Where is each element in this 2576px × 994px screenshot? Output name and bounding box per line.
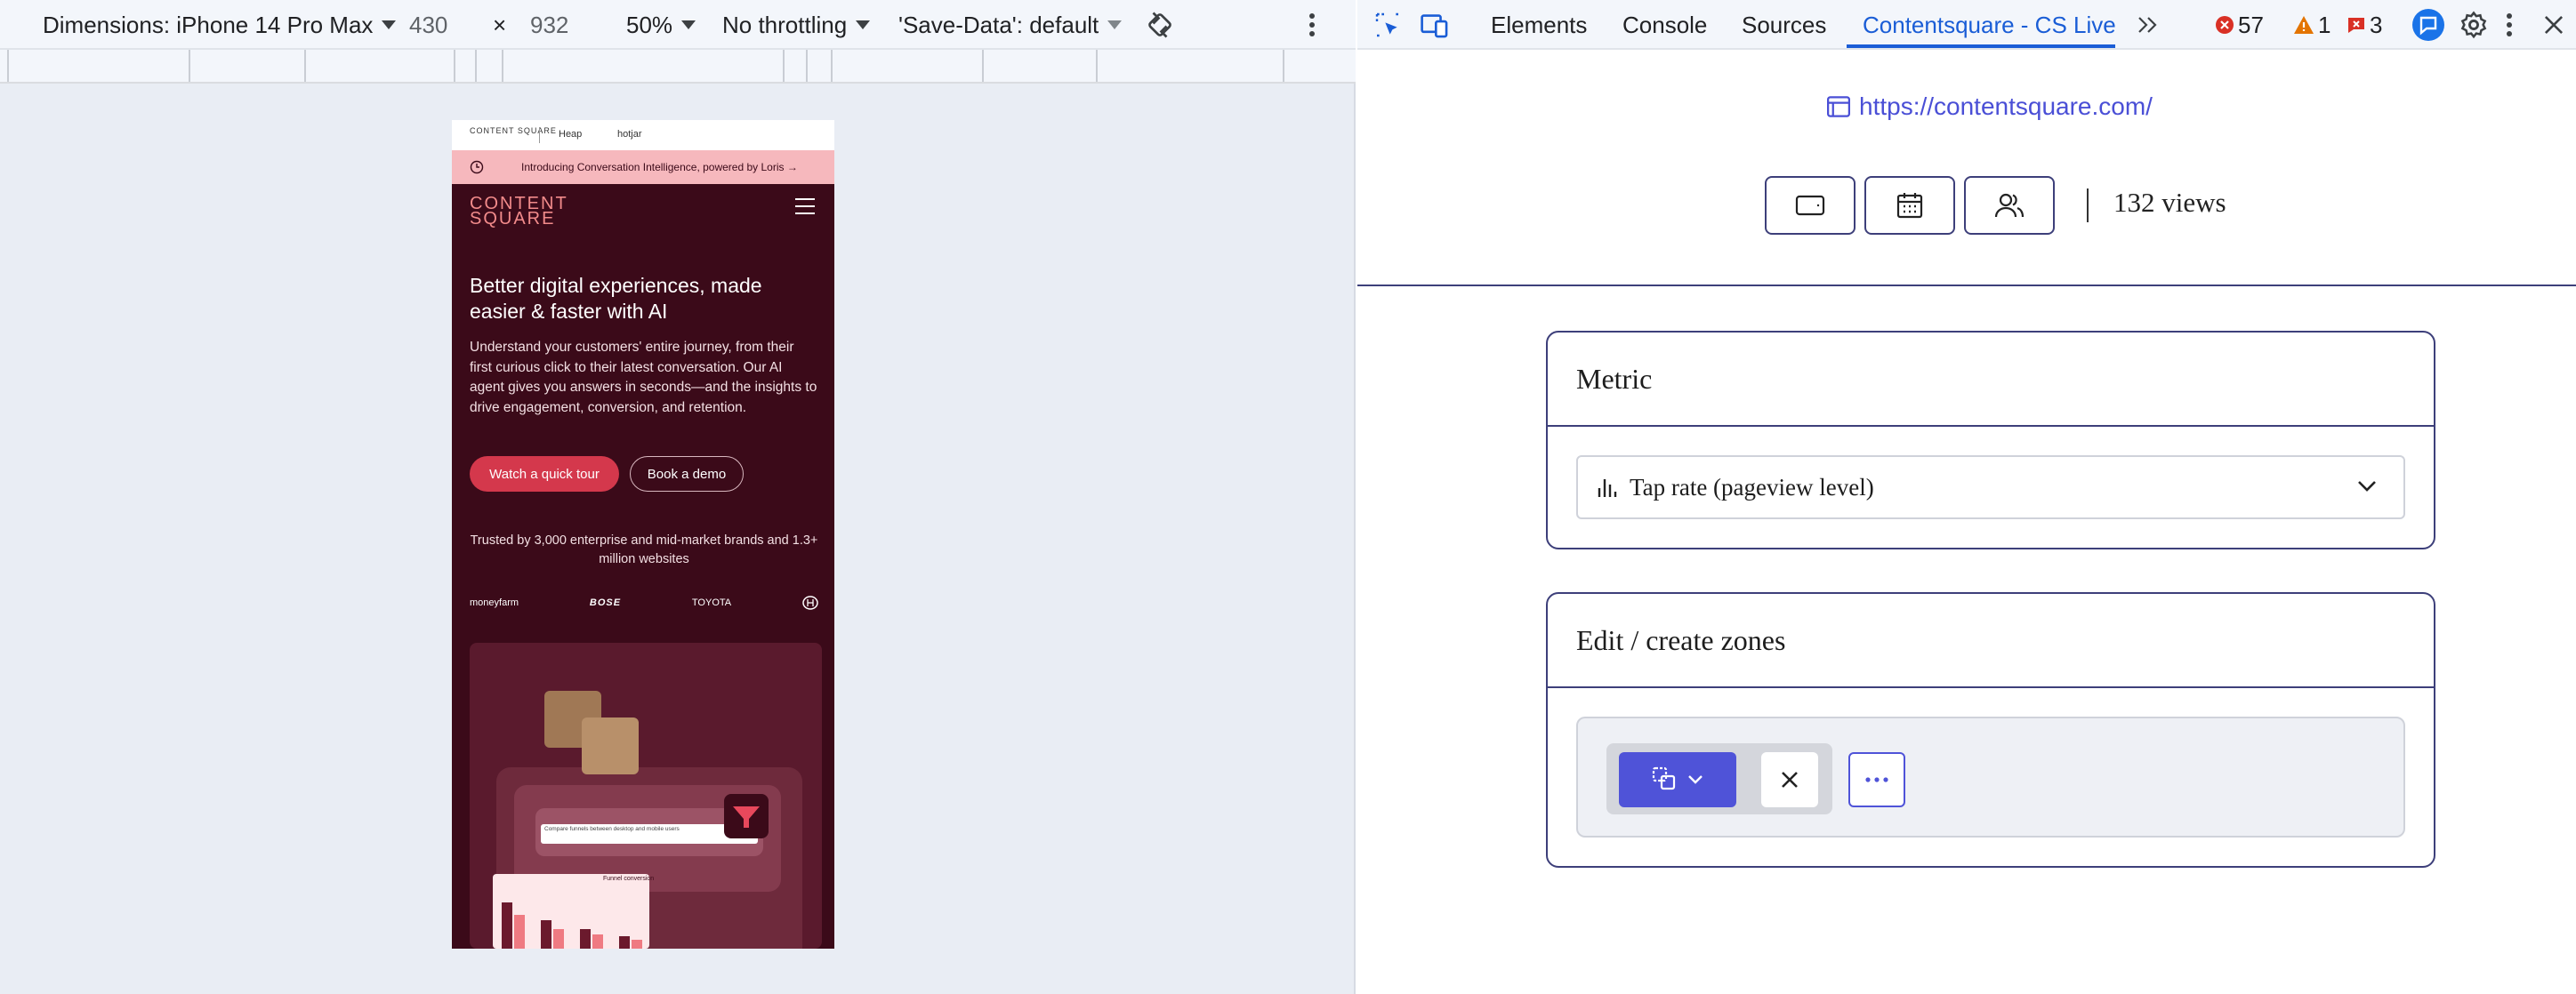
warnings-count: 1 [2318, 11, 2331, 38]
device-emulation-pane: Dimensions: iPhone 14 Pro Max 430 × 932 … [0, 0, 1356, 994]
hero-paragraph: Understand your customers' entire journe… [470, 340, 817, 415]
metric-select[interactable]: Tap rate (pageview level) [1576, 455, 2405, 519]
media-query-ruler[interactable] [0, 50, 1356, 84]
more-tabs-icon[interactable] [2137, 0, 2160, 50]
chevron-down-icon [2358, 481, 2376, 492]
tab-console[interactable]: Console [1622, 0, 1707, 50]
search-prompt: Compare funnels between desktop and mobi… [544, 826, 680, 832]
metric-title: Metric [1548, 333, 2434, 427]
book-demo-button[interactable]: Book a demo [630, 456, 744, 492]
watch-tour-button[interactable]: Watch a quick tour [470, 456, 619, 492]
times-icon: × [493, 11, 507, 38]
metric-panel: Metric Tap rate (pageview level) [1546, 331, 2435, 549]
chevron-down-icon [856, 20, 871, 29]
close-icon [1782, 772, 1798, 788]
settings-gear-icon[interactable] [2459, 0, 2489, 50]
throttling-label: No throttling [722, 11, 848, 38]
moneyfarm-logo: moneyfarm [470, 597, 519, 608]
devtools-pane: Elements Console Sources Contentsquare -… [1357, 0, 2576, 994]
warning-icon [2294, 16, 2314, 34]
brand-bar: CONTENT SQUARE Heap hotjar [452, 120, 834, 150]
chevron-down-icon [382, 20, 397, 29]
hotjar-brand[interactable]: hotjar [617, 129, 642, 140]
devtools-tabbar: Elements Console Sources Contentsquare -… [1357, 0, 2576, 50]
save-data-label: 'Save-Data': default [898, 11, 1099, 38]
toyota-logo: TOYOTA [691, 597, 732, 608]
tab-contentsquare[interactable]: Contentsquare - CS Live [1863, 0, 2116, 50]
more-options-icon[interactable] [2505, 0, 2514, 50]
menu-icon[interactable] [795, 198, 815, 220]
tab-elements[interactable]: Elements [1491, 0, 1587, 50]
throttling-dropdown[interactable]: No throttling [722, 0, 871, 50]
hyundai-logo-icon [802, 596, 818, 610]
customer-logos: moneyfarm BOSE TOYOTA [470, 589, 818, 616]
browser-window-icon [1827, 96, 1850, 117]
chevron-down-icon [681, 20, 696, 29]
errors-count: 57 [2238, 11, 2264, 38]
bar-chart-icon [1598, 479, 1617, 497]
date-range-button[interactable] [1864, 176, 1955, 235]
device-label: Dimensions: iPhone 14 Pro Max [43, 11, 374, 38]
warnings-counter[interactable]: 1 [2293, 0, 2330, 50]
phone-viewport[interactable]: CONTENT SQUARE Heap hotjar Introducing C… [452, 120, 834, 949]
zones-panel: Edit / create zones [1546, 592, 2435, 868]
announcement-banner[interactable]: Introducing Conversation Intelligence, p… [452, 150, 834, 184]
contentsquare-brand[interactable]: CONTENT SQUARE [470, 127, 557, 135]
heap-brand[interactable]: Heap [559, 129, 582, 140]
cancel-zone-button[interactable] [1761, 752, 1818, 807]
error-icon [2216, 16, 2234, 34]
more-options-icon[interactable] [1308, 0, 1316, 50]
zone-toolbar [1576, 717, 2405, 838]
views-count: 132 views [2113, 187, 2226, 218]
tablet-icon [1795, 195, 1825, 216]
emulation-toolbar: Dimensions: iPhone 14 Pro Max 430 × 932 … [0, 0, 1356, 50]
zone-more-button[interactable] [1848, 752, 1905, 807]
site-nav: CONTENT SQUARE [452, 184, 834, 237]
hero-headline: Better digital experiences, made easier … [470, 274, 762, 323]
rotate-icon[interactable] [1144, 0, 1176, 50]
zones-title: Edit / create zones [1548, 594, 2434, 688]
banner-text: Introducing Conversation Intelligence, p… [521, 161, 798, 173]
width-input[interactable]: 430 [409, 0, 447, 50]
bose-logo: BOSE [589, 597, 622, 608]
chevron-down-icon [1688, 775, 1703, 784]
close-devtools-icon[interactable] [2542, 0, 2565, 50]
calendar-icon [1896, 193, 1923, 219]
metric-value: Tap rate (pageview level) [1630, 473, 1874, 501]
inspect-element-icon[interactable] [1373, 0, 1402, 50]
chart-caption: Funnel conversion [603, 876, 655, 882]
issue-icon [2348, 18, 2364, 33]
page-url: https://contentsquare.com/ [1859, 92, 2153, 120]
clock-icon [470, 160, 484, 174]
hero-illustration: Compare funnels between desktop and mobi… [470, 643, 822, 949]
more-horizontal-icon [1865, 777, 1888, 782]
issues-counter[interactable]: 3 [2347, 0, 2382, 50]
device-dropdown[interactable]: Dimensions: iPhone 14 Pro Max [43, 0, 397, 50]
issues-count: 3 [2370, 11, 2383, 38]
trust-text: Trusted by 3,000 enterprise and mid-mark… [470, 533, 818, 566]
height-input[interactable]: 932 [530, 0, 568, 50]
save-data-dropdown[interactable]: 'Save-Data': default [898, 0, 1123, 50]
zone-shape-button[interactable] [1619, 752, 1736, 807]
zone-shapes-icon [1652, 766, 1676, 790]
users-icon [1994, 193, 2025, 218]
page-url-link[interactable]: https://contentsquare.com/ [1825, 89, 2153, 124]
site-logo[interactable]: CONTENT SQUARE [470, 195, 568, 228]
device-toggle-icon[interactable] [1420, 0, 1450, 50]
zone-tool-group [1606, 743, 1832, 814]
errors-counter[interactable]: 57 [2215, 0, 2264, 50]
tab-sources[interactable]: Sources [1742, 0, 1826, 50]
device-type-button[interactable] [1765, 176, 1856, 235]
chevron-down-icon [1107, 20, 1123, 29]
zoom-label: 50% [626, 11, 673, 38]
zoom-dropdown[interactable]: 50% [626, 0, 696, 50]
segments-button[interactable] [1964, 176, 2055, 235]
ai-assistant-icon[interactable] [2411, 0, 2446, 50]
